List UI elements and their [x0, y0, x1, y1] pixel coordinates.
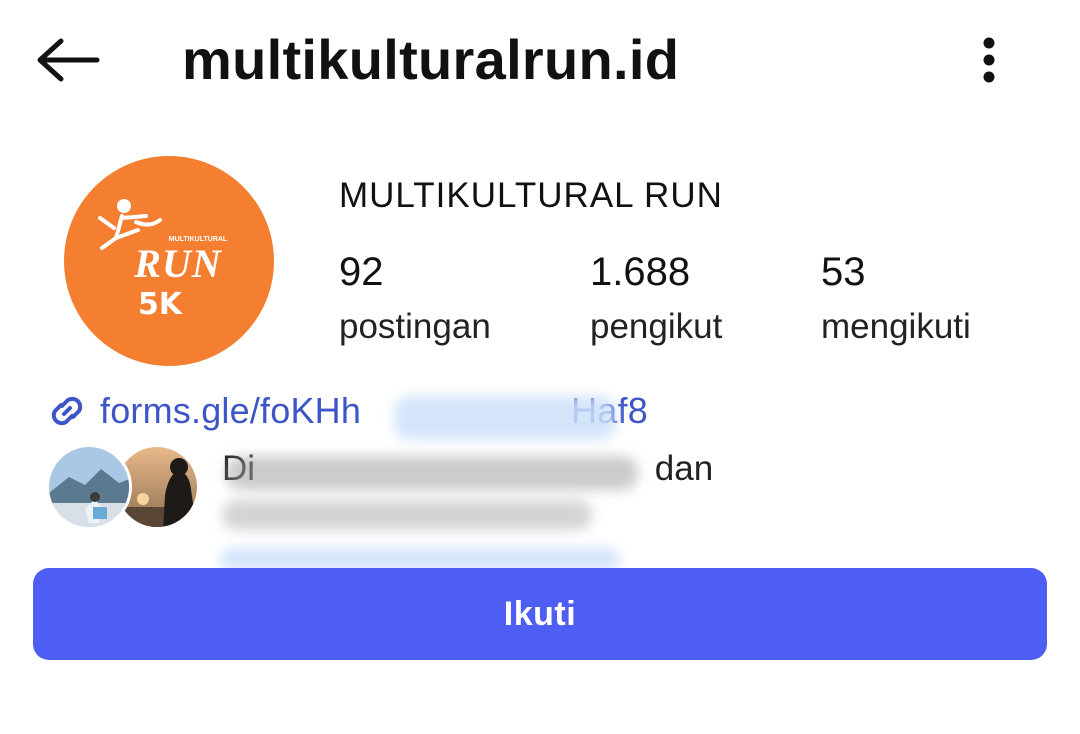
more-options-button[interactable] [964, 30, 1014, 90]
follow-button[interactable]: Ikuti [33, 568, 1047, 660]
arrow-left-icon [37, 38, 100, 82]
stat-followers-value: 1.688 [590, 250, 691, 294]
follower-avatar[interactable] [46, 444, 132, 530]
follow-button-label: Ikuti [503, 594, 577, 633]
avatar-logo-text: RUN [133, 241, 223, 286]
avatar-distance-text: 5K [138, 287, 184, 322]
stat-following[interactable]: 53 mengikuti [821, 248, 971, 348]
stat-followers-label: pengikut [590, 307, 723, 346]
stat-following-value: 53 [821, 250, 866, 294]
profile-page: multikulturalrun.id MULTIKULTURAL RUN 5K… [0, 0, 1080, 734]
avatar[interactable]: MULTIKULTURAL RUN 5K [64, 156, 274, 366]
followed-by-suffix: dan [654, 449, 714, 488]
stat-posts-label: postingan [339, 307, 491, 346]
landscape-photo-image [49, 447, 129, 527]
profile-link-text-start: forms.gle/foKHh [100, 390, 362, 431]
redaction-blur [394, 396, 616, 440]
redaction-blur [222, 500, 592, 530]
link-icon [51, 396, 83, 426]
back-button[interactable] [30, 30, 106, 90]
more-vertical-icon [983, 37, 995, 83]
profile-display-name: MULTIKULTURAL RUN [339, 176, 723, 215]
stat-posts[interactable]: 92 postingan [339, 248, 491, 348]
run-logo-image: MULTIKULTURAL RUN 5K [98, 199, 228, 322]
stat-followers[interactable]: 1.688 pengikut [590, 248, 722, 348]
profile-username: multikulturalrun.id [182, 28, 680, 91]
stat-posts-value: 92 [339, 250, 384, 294]
redaction-blur [220, 548, 620, 570]
redaction-blur [226, 456, 638, 490]
stat-following-label: mengikuti [821, 307, 971, 346]
